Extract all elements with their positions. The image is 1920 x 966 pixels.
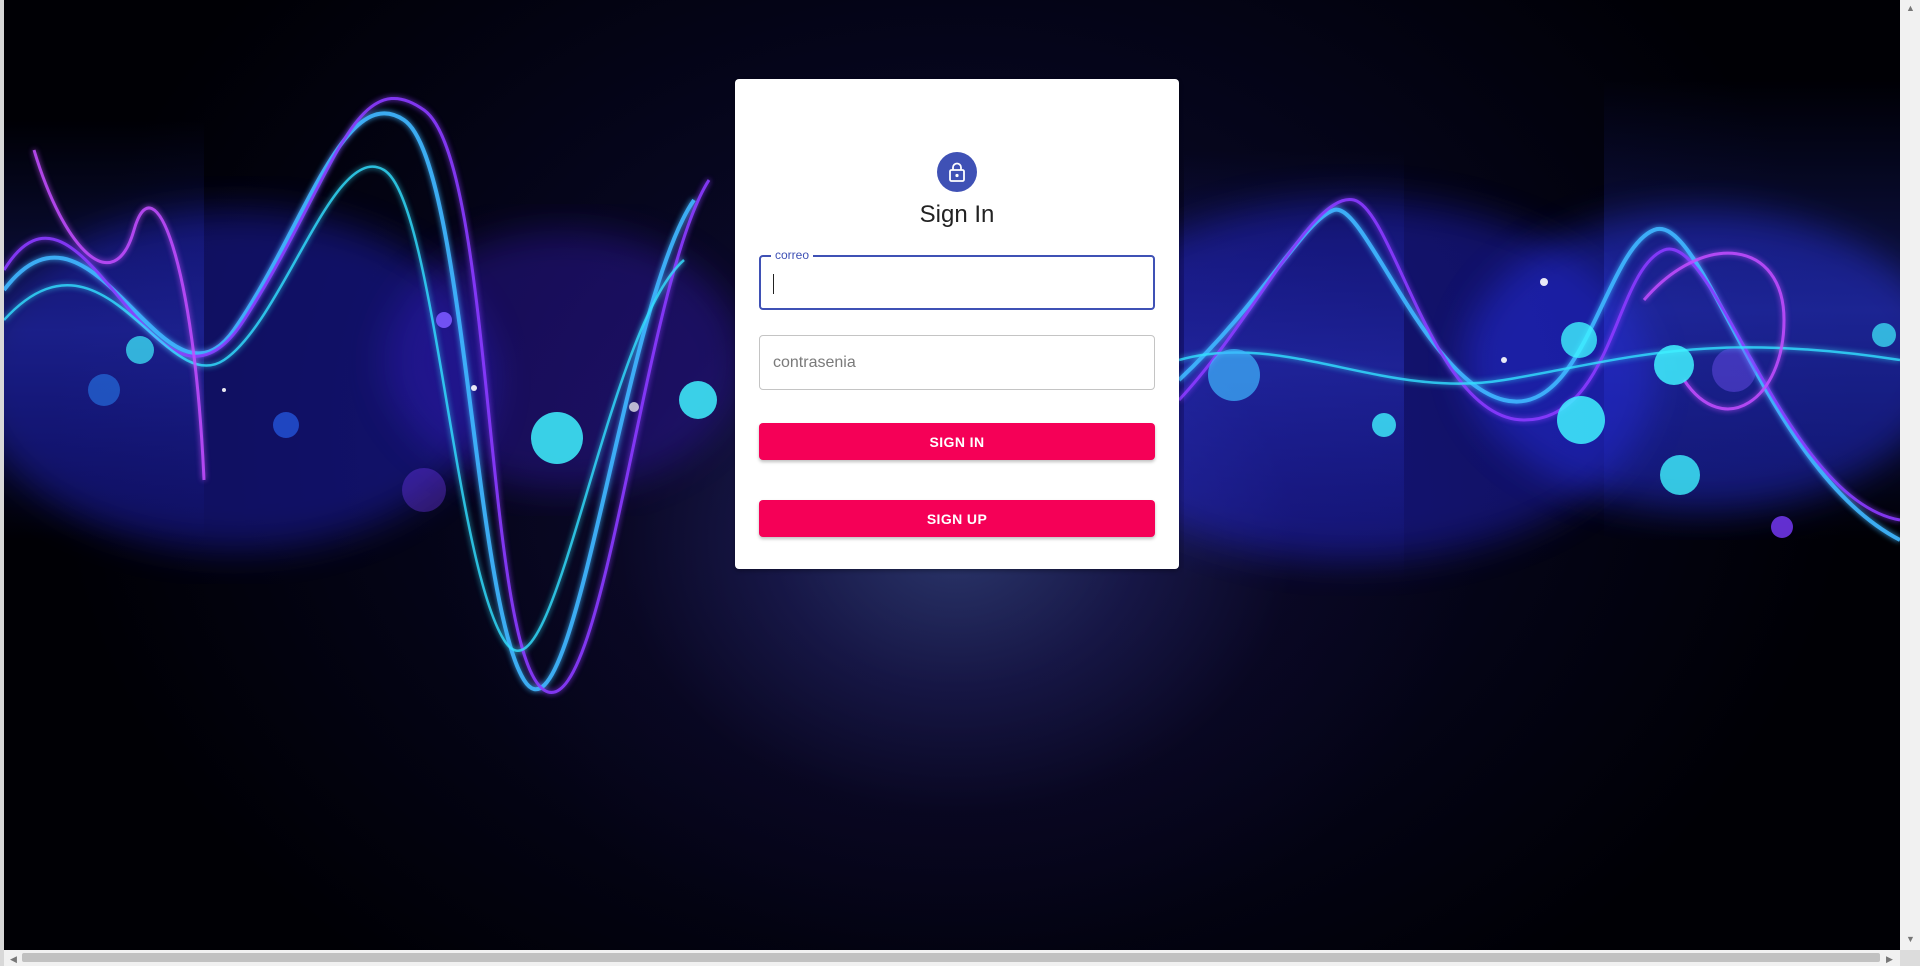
horizontal-scrollbar[interactable]: ◀ ▶	[4, 950, 1900, 966]
vertical-scrollbar[interactable]: ▲ ▼	[1900, 0, 1920, 950]
scroll-down-arrow-icon[interactable]: ▼	[1906, 934, 1915, 944]
email-field[interactable]: correo	[759, 248, 1155, 310]
scrollbar-corner	[1900, 950, 1920, 966]
scroll-left-arrow-icon[interactable]: ◀	[10, 954, 17, 965]
password-field[interactable]	[759, 335, 1155, 390]
horizontal-scroll-thumb[interactable]	[22, 953, 1880, 962]
page-title: Sign In	[919, 201, 995, 228]
sign-in-button[interactable]: SIGN IN	[759, 423, 1155, 460]
lock-icon-avatar	[937, 152, 977, 192]
scroll-right-arrow-icon[interactable]: ▶	[1886, 954, 1893, 965]
scroll-up-arrow-icon[interactable]: ▲	[1906, 3, 1915, 13]
page-background: Sign In correo SIGN IN SIGN UP	[4, 0, 1900, 950]
lock-icon	[949, 162, 965, 182]
email-input[interactable]	[761, 257, 1153, 308]
sign-up-button[interactable]: SIGN UP	[759, 500, 1155, 537]
password-input[interactable]	[760, 336, 1154, 389]
sign-in-card: Sign In correo SIGN IN SIGN UP	[735, 79, 1179, 569]
text-cursor	[773, 274, 774, 294]
